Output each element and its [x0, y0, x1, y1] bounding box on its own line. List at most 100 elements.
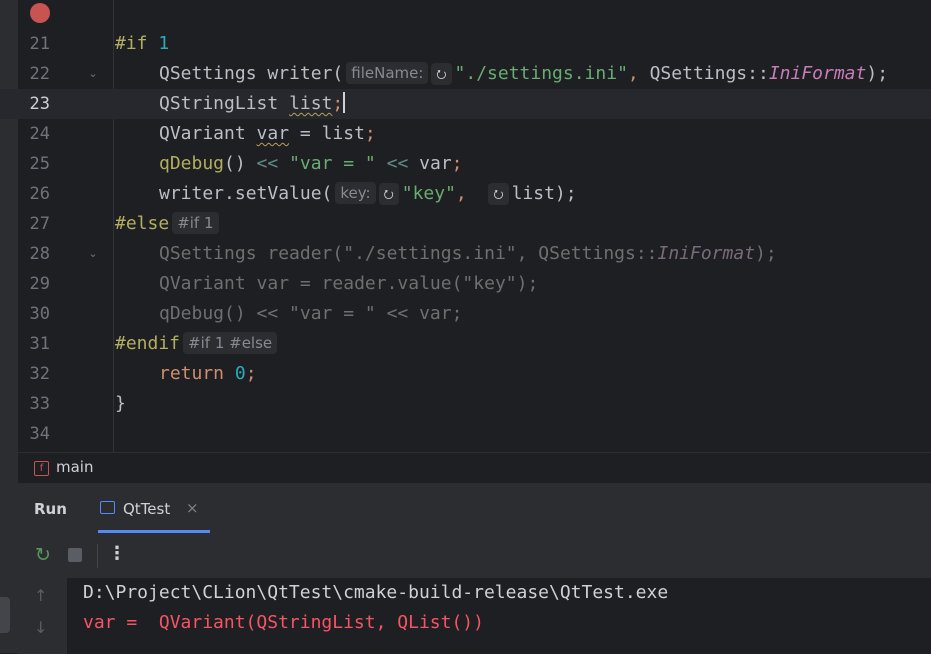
console-icon	[100, 501, 115, 514]
method-call: writer.setValue(	[159, 183, 333, 204]
close-icon[interactable]: ×	[186, 499, 199, 517]
code-text: QSettings writer(fileName: ⭮ "./settings.i…	[159, 59, 888, 89]
string-literal: "./settings.ini"	[454, 63, 628, 84]
punctuation: ;	[332, 93, 344, 114]
parameter-hint-icon: ⭮	[431, 63, 452, 85]
code-text: QVariant var = list;	[159, 119, 376, 149]
breadcrumb[interactable]: f main	[18, 452, 931, 483]
line-number: 24	[29, 124, 50, 144]
code-text: }	[115, 393, 126, 414]
code-line[interactable]: 31 #endif #if 1 #else	[0, 329, 931, 359]
fold-chevron-icon[interactable]: ⌄	[86, 67, 100, 81]
code-line[interactable]: 27 #else #if 1	[0, 209, 931, 239]
expression: list);	[511, 183, 577, 204]
code-text-inactive: QSettings reader("./settings.ini", QSett…	[159, 239, 777, 269]
number-literal: 0	[234, 363, 246, 384]
code-line[interactable]: 22 ⌄ QSettings writer(fileName: ⭮ "./setti…	[0, 59, 931, 89]
identifier: var	[419, 153, 452, 174]
enum-value: IniFormat	[657, 243, 756, 264]
string-literal: "var = "	[289, 153, 376, 174]
line-number: 26	[29, 184, 50, 204]
punctuation: ,	[455, 183, 467, 204]
operator: <<	[245, 153, 290, 174]
code-line[interactable]: 24 QVariant var = list;	[0, 119, 931, 149]
number-literal: 1	[158, 33, 170, 54]
fold-chevron-icon[interactable]: ⌄	[86, 247, 100, 261]
parameter-hint: key:	[335, 182, 376, 204]
identifier: writer(	[256, 63, 344, 84]
code-line[interactable]: 28 ⌄ QSettings reader("./settings.ini", …	[0, 239, 931, 269]
active-tab-indicator	[98, 530, 210, 533]
code-line[interactable]: 21 #if 1	[0, 29, 931, 59]
line-number: 23	[29, 94, 50, 114]
console-output[interactable]: D:\Project\CLion\QtTest\cmake-build-rele…	[67, 578, 931, 654]
console-line-output: var = QVariant(QStringList, QList())	[83, 612, 484, 633]
text-caret	[343, 92, 346, 113]
code-text: writer.setValue(key: ⭮ "key", ⭮ list);	[159, 179, 577, 209]
code-text-inactive: qDebug() << "var = " << var;	[159, 303, 463, 324]
code-line[interactable]: 26 writer.setValue(key: ⭮ "key", ⭮ list);	[0, 179, 931, 209]
more-options-icon[interactable]: ⋮	[108, 542, 126, 566]
punctuation: ;	[245, 363, 257, 384]
line-number: 29	[29, 274, 50, 294]
code-editor[interactable]: 21 #if 1 22 ⌄ QSettings writer(fileName:…	[0, 0, 931, 653]
breakpoint-icon[interactable]	[30, 3, 50, 23]
line-number: 30	[29, 304, 50, 324]
line-number: 21	[29, 34, 50, 54]
run-tool-window: Run QtTest × ↻ ⋮ ↑ ↓ D:\Project\CLion\Qt…	[18, 482, 931, 654]
type-name: QVariant	[159, 123, 246, 144]
line-number: 27	[29, 214, 50, 234]
punctuation: ;	[364, 123, 376, 144]
arrow-down-icon[interactable]: ↓	[34, 618, 47, 637]
code-line-current[interactable]: 23 QStringList list;	[0, 89, 931, 119]
rerun-icon[interactable]: ↻	[32, 544, 54, 566]
function-name: qDebug	[159, 153, 225, 174]
preprocessor-endif: #endif	[115, 333, 181, 354]
identifier: var	[256, 123, 290, 144]
line-number: 28	[29, 244, 50, 264]
expression: = list	[289, 123, 365, 144]
enum-value: IniFormat	[768, 63, 867, 84]
code-line[interactable]: 32 return 0;	[0, 359, 931, 389]
punctuation: );	[755, 243, 777, 264]
line-number: 22	[29, 64, 50, 84]
punctuation: );	[866, 63, 889, 84]
string-literal: "key"	[401, 183, 456, 204]
code-text: qDebug() << "var = " << var;	[159, 149, 463, 179]
keyword-return: return	[159, 363, 225, 384]
tab-qttest[interactable]: QtTest ×	[98, 483, 210, 533]
type-name: QStringList	[159, 93, 279, 114]
code-line[interactable]: 30 qDebug() << "var = " << var;	[0, 299, 931, 329]
line-number: 25	[29, 154, 50, 174]
code-text: #else #if 1	[115, 209, 222, 239]
code-text: #endif #if 1 #else	[115, 329, 280, 359]
run-header: Run QtTest ×	[18, 483, 931, 533]
preprocessor-hint: #if 1	[172, 212, 219, 234]
punctuation: ,	[627, 63, 650, 84]
arrow-up-icon[interactable]: ↑	[34, 586, 47, 605]
toolbar-separator	[97, 544, 98, 568]
code-text: return 0;	[159, 359, 257, 389]
tab-label: QtTest	[123, 500, 171, 518]
punctuation: ;	[451, 153, 463, 174]
preprocessor-if: #if	[115, 33, 148, 54]
parameter-hint: fileName:	[346, 62, 429, 84]
parameter-hint-icon: ⭮	[378, 183, 399, 205]
run-toolbar: ↻ ⋮	[18, 534, 931, 578]
code-text: #if 1	[115, 29, 169, 59]
scope-name: QSettings::	[649, 63, 769, 84]
line-number: 33	[29, 394, 50, 414]
code-line[interactable]: 25 qDebug() << "var = " << var;	[0, 149, 931, 179]
type-name: QSettings	[159, 63, 257, 84]
operator: <<	[375, 153, 420, 174]
code-line[interactable]: 29 QVariant var = reader.value("key");	[0, 269, 931, 299]
code-line[interactable]: 34	[0, 419, 931, 449]
side-panel-handle[interactable]	[0, 597, 10, 633]
run-title: Run	[34, 500, 67, 518]
code-line[interactable]: 33 }	[0, 389, 931, 419]
stop-icon[interactable]	[68, 548, 82, 562]
console-gutter: ↑ ↓	[18, 578, 67, 654]
parameter-hint-icon: ⭮	[488, 183, 509, 205]
line-number: 32	[29, 364, 50, 384]
breadcrumb-label[interactable]: main	[56, 458, 93, 476]
